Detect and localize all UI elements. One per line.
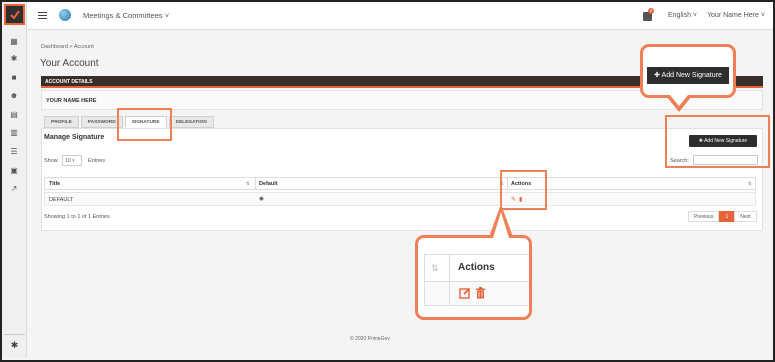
page-size-value: 10 [65,158,71,164]
breadcrumb[interactable]: Dashboard > Account [41,44,94,50]
footer-copyright: © 2020 PrimeGov [350,336,390,342]
table-row: DEFAULT ◉ ✎ ▮ [44,192,756,206]
add-signature-callout: ✚ Add New Signature [640,44,736,98]
sidebar: ▦ ✱ ■ ☻ ▤ ▥ ☰ ▣ ↗ ✱ [2,2,27,358]
trash-icon [476,287,485,299]
add-button-highlight [665,115,770,168]
row-title: DEFAULT [49,197,74,203]
actions-zoom-label: Actions [458,262,495,273]
users-icon[interactable]: ☻ [9,90,19,100]
dashboard-icon[interactable]: ▦ [9,36,19,46]
actions-zoom-header: ⇅ Actions [424,254,529,282]
current-page-button[interactable]: 1 [719,211,735,222]
column-default[interactable]: Default [259,181,278,187]
page-size-select[interactable]: 10 ˅ [62,155,82,166]
language-dropdown[interactable]: English ˅ [668,12,697,19]
hamburger-menu-icon[interactable] [38,12,47,19]
top-bar: Meetings & Committees ˅ 8 English ˅ Your… [27,2,773,30]
document-icon[interactable]: ▤ [9,109,19,119]
settings-icon[interactable]: ✱ [9,53,19,63]
actions-callout: ⇅ Actions [415,235,532,320]
next-page-button[interactable]: Next [734,211,757,222]
signature-tab-highlight [117,108,172,141]
column-divider [449,255,450,281]
app-title-dropdown[interactable]: Meetings & Committees ˅ [83,11,169,20]
user-menu[interactable]: Your Name Here ˅ [707,12,765,19]
sort-icon: ⇅ [431,263,439,273]
calendar-icon[interactable]: ▣ [9,165,19,175]
file-icon[interactable]: ▥ [9,127,19,137]
chart-icon[interactable]: ↗ [9,183,19,193]
briefcase-icon[interactable]: ■ [9,72,19,82]
edit-icon [459,287,471,299]
entries-label: Entries [88,158,106,164]
previous-page-button[interactable]: Previous [688,211,720,222]
checkmark-icon [9,9,20,20]
sort-icon[interactable]: ⇅ [246,181,250,187]
default-radio[interactable]: ◉ [259,196,264,202]
sidebar-settings-icon[interactable]: ✱ [4,334,25,356]
page-title: Your Account [40,58,99,69]
list-icon[interactable]: ☰ [9,146,19,156]
showing-entries: Showing 1 to 1 of 1 Entries [44,214,110,220]
column-divider [449,282,450,305]
callout-tail-inner [493,212,509,238]
tab-profile[interactable]: PROFILE [44,116,79,128]
notification-badge: 8 [648,8,654,14]
section-title: Manage Signature [44,134,105,141]
add-signature-zoom-button: ✚ Add New Signature [647,67,729,84]
tab-delegation[interactable]: DELEGATION [168,116,214,128]
actions-zoom-row [424,282,529,306]
table-header: Title ⇅ Default ⇅ Actions ⇅ [44,177,756,190]
show-label: Show [44,158,58,164]
pagination: Previous 1 Next [688,211,757,222]
globe-icon [59,9,71,21]
callout-tail-inner [670,95,688,106]
column-title[interactable]: Title [49,181,60,187]
app-logo[interactable] [4,4,25,25]
chevron-down-icon: ˅ [71,158,75,164]
column-divider [255,178,256,189]
sort-icon[interactable]: ⇅ [748,181,752,187]
